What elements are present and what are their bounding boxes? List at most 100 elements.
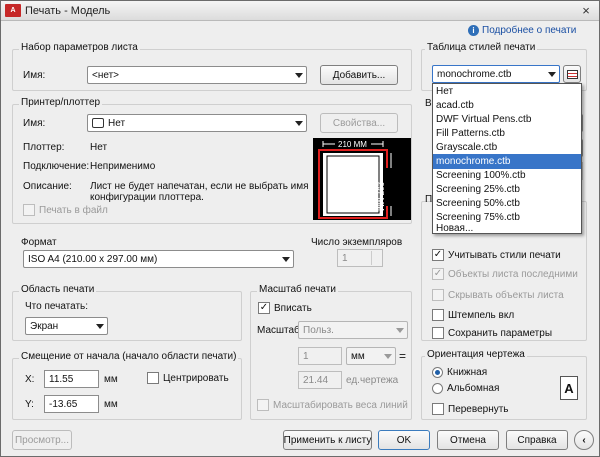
style-table-option[interactable]: acad.ctb [433, 98, 581, 113]
cancel-button[interactable]: Отмена [437, 430, 499, 450]
plot-with-styles-checkbox[interactable]: ✓ Учитывать стили печати [432, 249, 561, 261]
style-table-option[interactable]: Screening 100%.ctb [433, 168, 581, 183]
ok-button[interactable]: OK [378, 430, 430, 450]
upside-down-checkbox[interactable]: Перевернуть [432, 403, 509, 415]
printer-icon [92, 118, 104, 128]
description-value-line2: конфигурации плоттера. [90, 192, 204, 203]
scale-label: Масштаб: [257, 325, 303, 336]
style-table-option[interactable]: Grayscale.ctb [433, 140, 581, 155]
description-label: Описание: [23, 181, 72, 192]
orientation-page-icon: A [560, 376, 578, 400]
help-link-text: Подробнее о печати [482, 25, 577, 36]
printer-name-value: Нет [108, 117, 126, 129]
equals-sign: = [399, 349, 407, 363]
paper-preview: 210 ММ 297 ММ [313, 138, 411, 220]
scale-unit-value: мм [351, 350, 365, 362]
checkbox-box [432, 289, 444, 301]
scale-title: Масштаб печати [257, 284, 338, 295]
landscape-label: Альбомная [447, 383, 500, 394]
copies-input[interactable]: 1 [337, 249, 383, 267]
center-plot-checkbox[interactable]: Центрировать [147, 372, 229, 384]
hide-paperspace-objects-checkbox[interactable]: Скрывать объекты листа [432, 289, 564, 301]
chevron-down-icon [544, 66, 559, 82]
plot-paperspace-last-checkbox[interactable]: ✓ Объекты листа последними [432, 268, 578, 280]
offset-x-input[interactable]: 11.55 [44, 370, 99, 388]
chevron-down-icon [278, 251, 293, 267]
style-table-title: Таблица стилей печати [425, 42, 538, 53]
add-page-setup-button[interactable]: Добавить... [320, 65, 398, 85]
plot-stamp-label: Штемпель вкл [448, 309, 515, 321]
center-plot-label: Центрировать [163, 372, 229, 384]
portrait-label: Книжная [447, 367, 488, 378]
style-table-option-new[interactable]: Новая... [433, 224, 581, 234]
what-to-print-select[interactable]: Экран [25, 317, 108, 335]
print-area-title: Область печати [19, 284, 97, 295]
preview-button[interactable]: Просмотр... [12, 430, 72, 450]
page-setup-name-label: Имя: [23, 70, 46, 81]
title-bar: A Печать - Модель × [1, 1, 599, 21]
style-table-option-selected[interactable]: monochrome.ctb [433, 154, 581, 169]
style-table-option[interactable]: Screening 50%.ctb [433, 196, 581, 211]
print-to-file-label: Печать в файл [39, 204, 108, 216]
plot-stamp-checkbox[interactable]: Штемпель вкл [432, 309, 514, 321]
autocad-app-icon: A [5, 4, 21, 17]
scale-unit2: ед.чертежа [346, 375, 399, 386]
offset-y-label: Y: [25, 399, 34, 410]
print-to-file-checkbox[interactable]: Печать в файл [23, 204, 108, 216]
scale-value1-input[interactable]: 1 [298, 347, 342, 365]
style-table-option[interactable]: Screening 25%.ctb [433, 182, 581, 197]
scale-value1: 1 [303, 350, 309, 362]
scale-value2-input[interactable]: 21.44 [298, 371, 342, 389]
style-table-dropdown: Нет acad.ctb DWF Virtual Pens.ctb Fill P… [432, 83, 582, 234]
style-table-option[interactable]: Нет [433, 84, 581, 99]
scale-unit-select[interactable]: мм [346, 347, 396, 365]
edit-table-icon [566, 69, 578, 79]
preview-width-label: 210 ММ [338, 140, 367, 149]
window-title: Печать - Модель [25, 5, 111, 17]
offset-title: Смещение от начала (начало области печат… [19, 351, 239, 362]
edit-style-table-button[interactable] [563, 65, 581, 83]
page-setup-title: Набор параметров листа [19, 42, 140, 53]
more-options-button[interactable]: ‹ [574, 430, 594, 450]
plot-paperspace-last-label: Объекты листа последними [448, 268, 578, 280]
chevron-down-icon [291, 67, 306, 83]
printer-properties-button[interactable]: Свойства... [320, 113, 398, 133]
format-select[interactable]: ISO A4 (210.00 x 297.00 мм) [23, 250, 294, 268]
chevron-down-icon [92, 318, 107, 334]
portrait-radio[interactable]: Книжная [432, 367, 487, 378]
offset-x-label: X: [25, 374, 35, 385]
style-table-select[interactable]: monochrome.ctb [432, 65, 560, 83]
offset-x-unit: мм [104, 374, 118, 385]
scale-value: Польз. [303, 324, 334, 336]
checkbox-box [23, 204, 35, 216]
scale-select[interactable]: Польз. [298, 321, 408, 339]
printer-name-label: Имя: [23, 118, 46, 129]
chevron-down-icon [392, 322, 407, 338]
check-icon: ✓ [258, 302, 270, 314]
checkbox-box [257, 399, 269, 411]
fit-to-paper-checkbox[interactable]: ✓ Вписать [258, 302, 312, 314]
printer-title: Принтер/плоттер [19, 97, 103, 108]
print-dialog: A Печать - Модель × i Подробнее о печати… [0, 0, 600, 457]
help-link[interactable]: i Подробнее о печати [468, 25, 576, 36]
spinner-icon [371, 251, 381, 265]
style-table-value: monochrome.ctb [437, 68, 512, 80]
scale-lineweights-checkbox[interactable]: Масштабировать веса линий [257, 399, 408, 411]
plotter-value: Нет [90, 142, 108, 153]
radio-dot [432, 383, 443, 394]
format-value: ISO A4 (210.00 x 297.00 мм) [28, 253, 158, 265]
page-setup-name-value: <нет> [92, 69, 120, 81]
close-icon[interactable]: × [578, 3, 594, 18]
apply-to-layout-button[interactable]: Применить к листу [283, 430, 372, 450]
save-changes-checkbox[interactable]: Сохранить параметры [432, 327, 552, 339]
radio-dot [432, 367, 443, 378]
landscape-radio[interactable]: Альбомная [432, 383, 499, 394]
help-button[interactable]: Справка [506, 430, 568, 450]
orientation-title: Ориентация чертежа [425, 349, 527, 360]
offset-y-input[interactable]: -13.65 [44, 395, 99, 413]
style-table-option[interactable]: Fill Patterns.ctb [433, 126, 581, 141]
scale-lineweights-label: Масштабировать веса линий [273, 399, 408, 411]
printer-name-select[interactable]: Нет [87, 114, 307, 132]
style-table-option[interactable]: DWF Virtual Pens.ctb [433, 112, 581, 127]
page-setup-name-select[interactable]: <нет> [87, 66, 307, 84]
